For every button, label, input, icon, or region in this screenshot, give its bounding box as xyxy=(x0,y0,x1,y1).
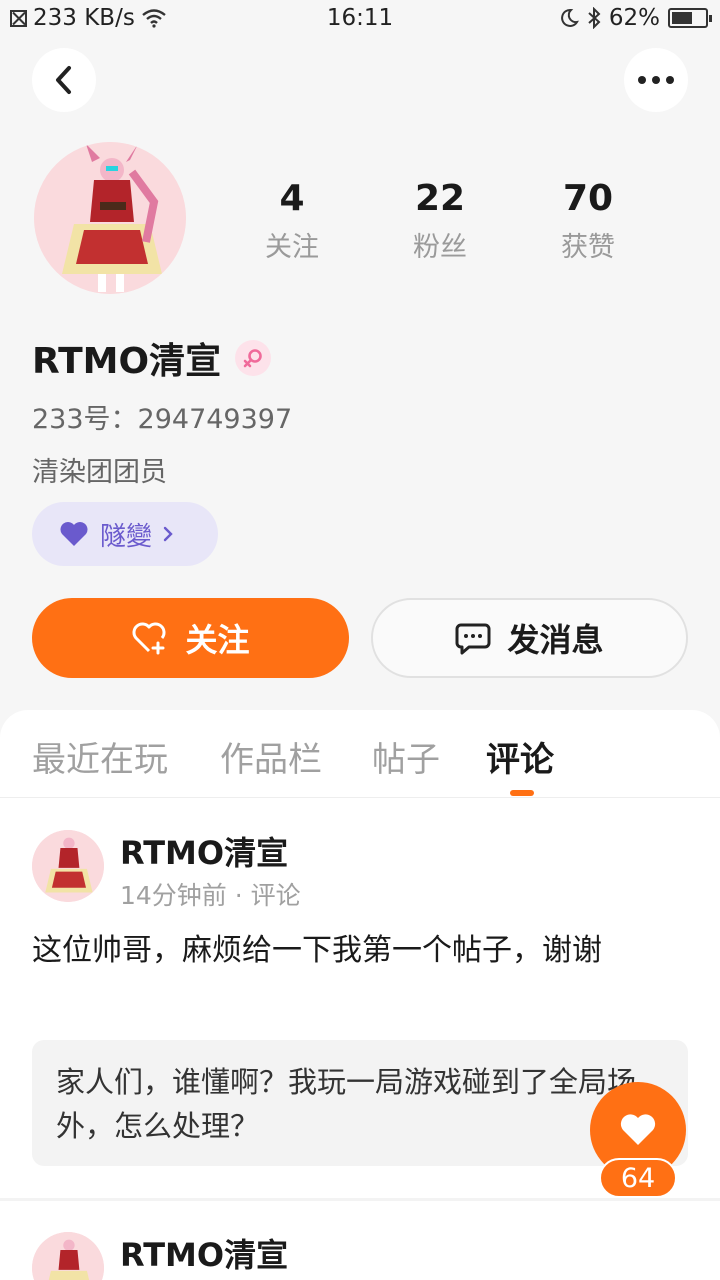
back-button[interactable] xyxy=(32,48,96,112)
user-bio: 清染团团员 xyxy=(32,457,167,488)
post-avatar[interactable] xyxy=(32,830,104,902)
quoted-post[interactable]: 家人们，谁懂啊？我玩一局游戏碰到了全局场外，怎么处理？ xyxy=(32,1040,688,1166)
post-author[interactable]: RTMO清宣 xyxy=(120,828,288,874)
stat-followers[interactable]: 22 粉丝 xyxy=(366,178,514,264)
post-divider xyxy=(0,1198,720,1201)
chat-icon xyxy=(455,623,491,655)
message-label: 发消息 xyxy=(507,621,604,659)
profile-avatar[interactable] xyxy=(34,142,186,294)
stat-value: 70 xyxy=(562,178,614,219)
stat-value: 4 xyxy=(279,178,305,219)
heart-plus-icon xyxy=(133,622,166,655)
tab-indicator xyxy=(510,790,534,796)
user-id: 233号：294749397 xyxy=(32,404,293,435)
chevron-left-icon xyxy=(56,66,71,94)
heart-icon xyxy=(620,1114,656,1145)
tab-posts[interactable]: 帖子 xyxy=(372,732,440,781)
profile-name-row: RTMO清宣 xyxy=(32,332,272,384)
group-tag[interactable]: 隧變 xyxy=(32,502,218,566)
profile-stats: 4 关注 22 粉丝 70 获赞 xyxy=(218,178,662,264)
follow-button[interactable]: 关注 xyxy=(32,598,349,678)
post-avatar[interactable] xyxy=(32,1232,104,1280)
more-dots-icon xyxy=(638,76,674,84)
more-button[interactable] xyxy=(624,48,688,112)
moon-icon xyxy=(560,8,579,27)
status-bar: 233 KB/s 16:11 62% xyxy=(0,0,720,38)
post-author[interactable]: RTMO清宣 xyxy=(120,1230,288,1276)
stat-label: 关注 xyxy=(265,232,319,263)
post-body[interactable]: 这位帅哥，麻烦给一下我第一个帖子，谢谢 xyxy=(32,928,672,974)
stat-likes[interactable]: 70 获赞 xyxy=(514,178,662,264)
avatar-illustration xyxy=(34,142,186,294)
stat-label: 粉丝 xyxy=(413,232,467,263)
bluetooth-icon xyxy=(588,7,601,29)
stat-value: 22 xyxy=(414,178,466,219)
tab-bar: 最近在玩 作品栏 帖子 评论 xyxy=(0,710,720,798)
heart-icon xyxy=(60,522,88,546)
message-button[interactable]: 发消息 xyxy=(371,598,688,678)
stat-label: 获赞 xyxy=(561,232,615,263)
post-meta: 14分钟前 · 评论 xyxy=(120,881,301,910)
group-tag-label: 隧變 xyxy=(100,521,153,552)
battery-percent: 62% xyxy=(608,5,660,31)
quoted-post-text: 家人们，谁懂啊？我玩一局游戏碰到了全局场外，怎么处理？ xyxy=(56,1065,637,1143)
tab-recent-games[interactable]: 最近在玩 xyxy=(32,732,168,781)
like-count: 64 xyxy=(599,1158,677,1198)
follow-label: 关注 xyxy=(185,621,250,659)
profile-name: RTMO清宣 xyxy=(32,341,222,382)
tab-works[interactable]: 作品栏 xyxy=(220,732,322,781)
female-icon xyxy=(235,340,272,376)
chevron-right-icon xyxy=(163,526,173,542)
battery-icon xyxy=(668,8,712,28)
tab-comments[interactable]: 评论 xyxy=(486,732,554,781)
stat-following[interactable]: 4 关注 xyxy=(218,178,366,264)
